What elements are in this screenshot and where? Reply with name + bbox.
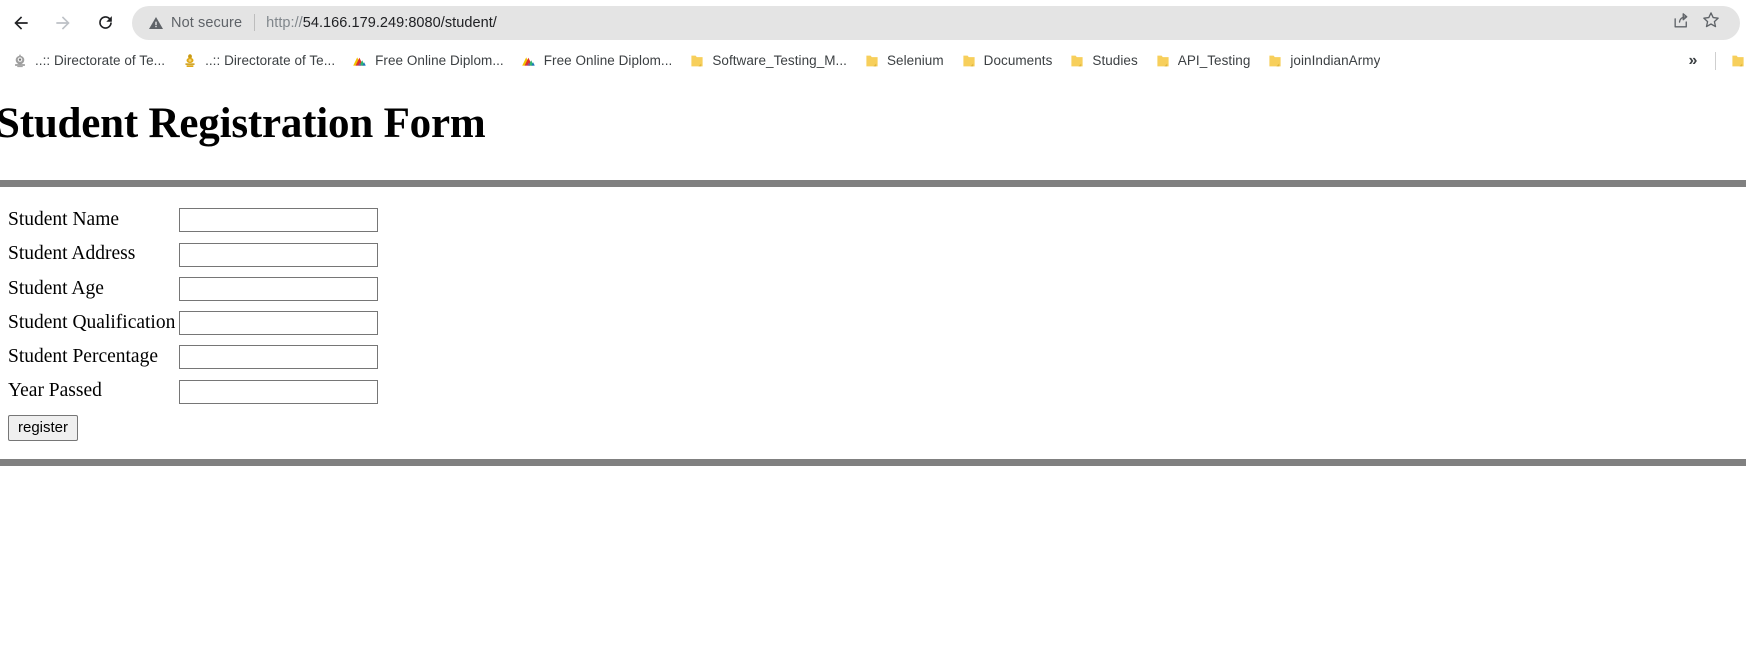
student-age-input[interactable] (179, 276, 379, 301)
field-label: Student Age (8, 277, 104, 299)
bookmark-button[interactable] (1696, 8, 1726, 38)
form-row: Student Percentage (0, 340, 379, 374)
bookmark-label: Selenium (886, 53, 944, 68)
reload-button[interactable] (84, 2, 126, 44)
reload-icon (96, 13, 115, 32)
alison-favicon (352, 53, 368, 69)
alison-favicon (521, 53, 537, 69)
bookmark-folder[interactable]: Studies (1061, 49, 1145, 73)
bookmark-folder[interactable]: API_Testing (1147, 49, 1259, 73)
field-label: Student Qualification (8, 311, 176, 333)
form-table: Student Name Student Address Student Age (0, 203, 379, 442)
folder-icon[interactable] (1730, 53, 1746, 69)
register-button[interactable]: register (8, 414, 79, 442)
arrow-left-icon (11, 13, 31, 33)
omnibox-separator (254, 14, 256, 31)
folder-icon (864, 53, 880, 69)
bookmark-label: joinIndianArmy (1290, 53, 1381, 68)
omnibox-actions (1666, 8, 1726, 38)
bookmark-folder[interactable]: Documents (953, 49, 1061, 73)
bookmark-item[interactable]: ..:: Directorate of Te... (174, 49, 343, 73)
form-row: Year Passed (0, 374, 379, 408)
bookmark-folder[interactable]: Software_Testing_M... (681, 49, 855, 73)
site-security-chip[interactable]: Not secure (148, 15, 242, 31)
form-row: Student Name (0, 203, 379, 237)
bookmark-label: Free Online Diplom... (543, 53, 673, 68)
form-row-submit: register (0, 409, 378, 442)
horizontal-rule-top (0, 180, 1746, 188)
url-scheme: http:// (266, 14, 303, 31)
url-host-path: 54.166.179.249:8080/student/ (302, 14, 497, 31)
bookmark-folder[interactable]: joinIndianArmy (1259, 49, 1388, 73)
bookmark-item[interactable]: Free Online Diplom... (513, 49, 681, 73)
star-icon (1701, 10, 1721, 35)
bookmark-label: Free Online Diplom... (375, 53, 504, 68)
bookmark-item[interactable]: ..:: Directorate of Te... (4, 49, 173, 73)
bookmark-label: Software_Testing_M... (712, 53, 847, 68)
bookmarks-bar: ..:: Directorate of Te... ..:: Directora… (0, 45, 1746, 76)
bookmark-folder[interactable]: Selenium (856, 49, 952, 73)
bookmark-label: Studies (1092, 53, 1138, 68)
field-label: Year Passed (8, 380, 102, 402)
bookmarks-bar-divider (1715, 51, 1716, 70)
bookmark-label: ..:: Directorate of Te... (35, 53, 166, 68)
bookmark-label: Documents (983, 53, 1053, 68)
student-qualification-input[interactable] (179, 311, 379, 336)
student-percentage-input[interactable] (179, 345, 379, 370)
page-viewport: Student Registration Form Student Name S… (0, 76, 1746, 649)
field-label: Student Name (8, 209, 120, 231)
form-row: Student Address (0, 237, 379, 271)
field-label: Student Address (8, 243, 136, 265)
address-bar[interactable]: Not secure http://54.166.179.249:8080/st… (132, 5, 1740, 40)
bookmark-item[interactable]: Free Online Diplom... (344, 49, 512, 73)
folder-icon (689, 53, 705, 69)
emblem-gold-favicon (182, 53, 198, 69)
page-title: Student Registration Form (0, 100, 486, 147)
browser-chrome: Not secure http://54.166.179.249:8080/st… (0, 0, 1746, 76)
bookmarks-overflow-button[interactable]: » (1680, 49, 1706, 73)
back-button[interactable] (0, 2, 42, 44)
form-row: Student Qualification (0, 306, 379, 340)
folder-icon (1267, 53, 1283, 69)
registration-form: Student Name Student Address Student Age (0, 187, 1746, 459)
bookmark-label: ..:: Directorate of Te... (205, 53, 336, 68)
folder-icon (1155, 53, 1171, 69)
field-label: Student Percentage (8, 346, 158, 368)
share-button[interactable] (1666, 8, 1696, 38)
arrow-right-icon (53, 13, 73, 33)
forward-button[interactable] (42, 2, 84, 44)
browser-toolbar: Not secure http://54.166.179.249:8080/st… (0, 0, 1746, 45)
security-status-text: Not secure (171, 14, 243, 31)
share-icon (1672, 11, 1691, 35)
horizontal-rule-bottom (0, 459, 1746, 467)
bookmark-label: API_Testing (1177, 53, 1251, 68)
student-name-input[interactable] (179, 208, 379, 233)
folder-icon (961, 53, 977, 69)
folder-icon (1069, 53, 1085, 69)
form-row: Student Age (0, 272, 379, 306)
url-display[interactable]: http://54.166.179.249:8080/student/ (266, 15, 1658, 31)
warning-triangle-icon (148, 15, 164, 31)
page-content: Student Registration Form Student Name S… (0, 76, 1746, 467)
year-passed-input[interactable] (179, 379, 379, 404)
student-address-input[interactable] (179, 242, 379, 267)
emblem-favicon (12, 53, 28, 69)
